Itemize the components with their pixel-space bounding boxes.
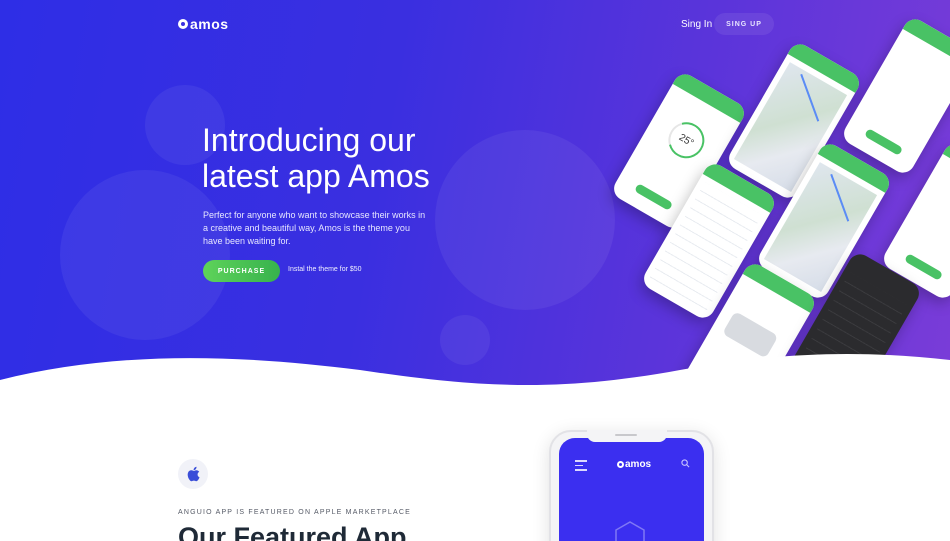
phone-app-logo: amos bbox=[617, 459, 651, 470]
featured-phone-mockup: amos bbox=[549, 430, 714, 541]
background-blob bbox=[435, 130, 615, 310]
install-note: Instal the theme for $50 bbox=[288, 266, 362, 273]
phone-mockup-illustration bbox=[839, 15, 950, 177]
hero-title: Introducing our latest app Amos bbox=[202, 122, 430, 194]
logo-mark-icon bbox=[617, 461, 624, 468]
hexagon-shape-icon bbox=[615, 521, 645, 541]
menu-icon[interactable] bbox=[575, 460, 587, 474]
apple-badge bbox=[178, 459, 208, 489]
logo-text: amos bbox=[190, 16, 229, 32]
background-blob bbox=[60, 170, 230, 340]
hero-wave-divider bbox=[0, 354, 950, 420]
featured-eyebrow: ANGUIO APP IS FEATURED ON APPLE MARKETPL… bbox=[178, 509, 412, 516]
phone-screen: amos bbox=[559, 438, 704, 541]
purchase-button[interactable]: PURCHASE bbox=[203, 260, 280, 282]
phone-logo-text: amos bbox=[625, 459, 652, 470]
temperature-gauge: 25° bbox=[661, 115, 711, 165]
apple-icon bbox=[187, 466, 200, 482]
hero-description: Perfect for anyone who want to showcase … bbox=[203, 210, 426, 246]
search-icon[interactable] bbox=[681, 459, 690, 468]
phone-notch bbox=[587, 430, 667, 442]
featured-title: Our Featured App bbox=[178, 522, 407, 541]
logo-mark-icon bbox=[178, 19, 188, 29]
site-logo[interactable]: amos bbox=[178, 16, 229, 32]
